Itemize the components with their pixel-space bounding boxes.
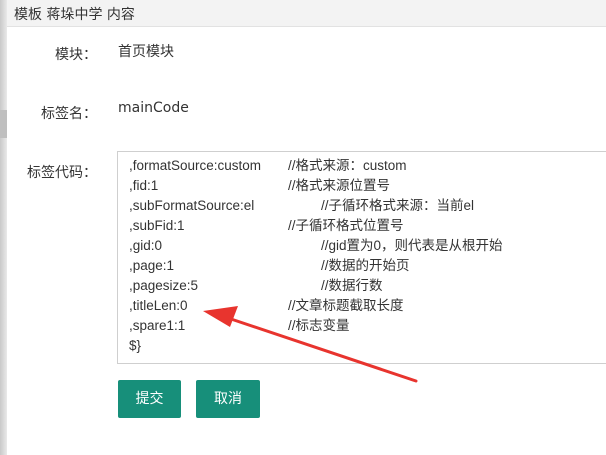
- code-comment: //数据行数: [321, 278, 383, 293]
- tag-code-label: 标签代码：: [27, 165, 97, 181]
- code-text: ,pagesize:5: [129, 278, 199, 293]
- code-comment: //gid置为0，则代表是从根开始: [321, 238, 503, 253]
- background-page-edge: [0, 0, 7, 455]
- code-text: ,formatSource:custom: [129, 158, 262, 173]
- code-comment: //标志变量: [288, 318, 350, 333]
- code-comment: //子循环格式位置号: [288, 218, 404, 233]
- background-page-mark: [0, 110, 7, 138]
- code-comment: //数据的开始页: [321, 258, 410, 273]
- cancel-button[interactable]: 取消: [196, 380, 260, 418]
- submit-button[interactable]: 提交: [118, 380, 181, 418]
- tag-name-label: 标签名：: [41, 106, 97, 122]
- code-text: ,spare1:1: [129, 318, 186, 333]
- module-value: 首页模块: [118, 44, 174, 60]
- code-text: ,subFormatSource:el: [129, 198, 255, 213]
- dialog-title: 模板 蒋垛中学 内容: [14, 7, 135, 23]
- code-comment: //格式来源位置号: [288, 178, 391, 193]
- tag-edit-dialog: 模板 蒋垛中学 内容 模块： 首页模块 标签名： mainCode 标签代码： …: [0, 0, 606, 455]
- dialog-title-bar[interactable]: 模板 蒋垛中学 内容: [7, 0, 606, 27]
- code-text: ,subFid:1: [129, 218, 185, 233]
- code-text: ,gid:0: [129, 238, 163, 253]
- code-text: ,fid:1: [129, 178, 159, 193]
- code-text: ,page:1: [129, 258, 175, 273]
- code-text: ,titleLen:0: [129, 298, 188, 313]
- code-text: $}: [129, 338, 142, 353]
- tag-code-textarea[interactable]: ,dataSource:...//数据来源：类型,formatSource:cu…: [117, 151, 606, 364]
- code-comment: //文章标题截取长度: [288, 298, 404, 313]
- module-label: 模块：: [55, 47, 97, 63]
- code-comment: //格式来源：custom: [288, 158, 407, 173]
- tag-name-value: mainCode: [118, 100, 189, 116]
- code-comment: //子循环格式来源：当前el: [321, 198, 475, 213]
